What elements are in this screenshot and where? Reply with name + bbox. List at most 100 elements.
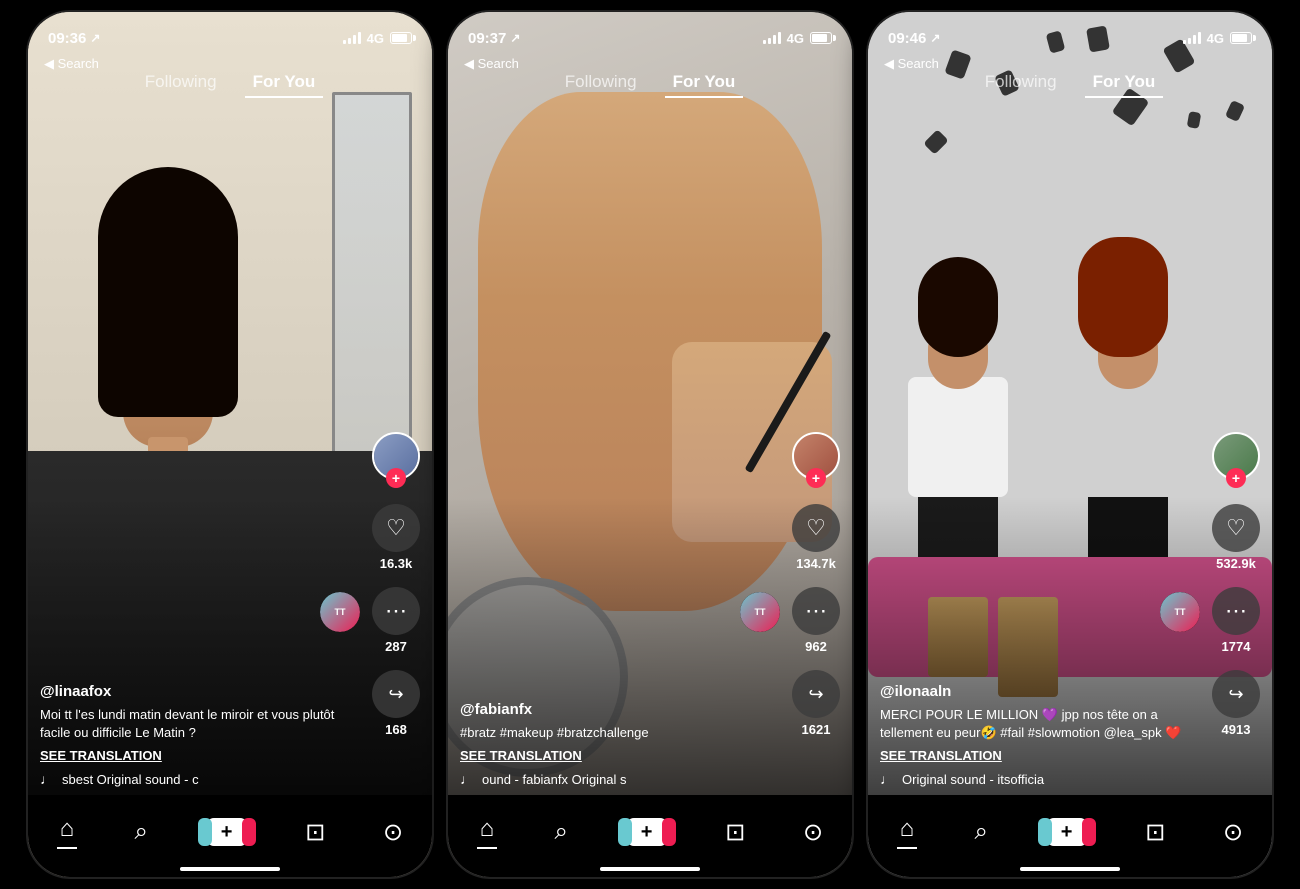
inbox-icon-2: ⊡ [725,818,745,847]
see-translation-2[interactable]: SEE TRANSLATION [460,748,782,763]
nav-home-1[interactable]: ⌂ [57,815,77,849]
comment-count-2: 962 [805,639,827,654]
home-underline-2 [477,847,497,849]
nav-search-2[interactable]: ⌕ [554,818,567,846]
music-icon-1: ♩ [40,771,54,787]
phones-container: 09:36 ↗ 4G ◀ Search Followin [26,10,1274,879]
share-button-3[interactable]: ↪ [1212,670,1260,718]
battery-icon-1 [390,32,412,44]
comment-button-2[interactable]: ⋯ [792,587,840,635]
search-icon-2: ⌕ [554,818,567,846]
tiktok-disc-1: TT [320,592,360,632]
create-plus-icon-3: + [1061,821,1073,844]
like-button-2[interactable]: ♡ [792,504,840,552]
signal-icon-2 [763,32,781,44]
nav-create-1[interactable]: + [206,818,248,846]
home-underline-1 [57,847,77,849]
network-type-1: 4G [367,31,384,46]
create-button-1[interactable]: + [206,818,248,846]
nav-profile-1[interactable]: ⊙ [383,818,403,847]
nav-home-3[interactable]: ⌂ [897,815,917,849]
bottom-content-2: @fabianfx #bratz #makeup #bratzchallenge… [460,701,782,787]
network-type-3: 4G [1207,31,1224,46]
comment-button-1[interactable]: ⋯ [372,587,420,635]
nav-inbox-3[interactable]: ⊡ [1145,818,1165,847]
follow-button-1[interactable]: + [386,468,406,488]
see-translation-1[interactable]: SEE TRANSLATION [40,748,362,763]
nav-inbox-1[interactable]: ⊡ [305,818,325,847]
username-2[interactable]: @fabianfx [460,701,782,718]
time-display-2: 09:37 ↗ [468,30,520,47]
see-translation-3[interactable]: SEE TRANSLATION [880,748,1202,763]
creator-avatar-1[interactable]: + [372,432,420,480]
bottom-content-1: @linaafox Moi tt l'es lundi matin devant… [40,683,362,787]
comment-button-3[interactable]: ⋯ [1212,587,1260,635]
share-group-1: ↪ 168 [372,670,420,737]
home-indicator-1 [180,867,280,871]
comment-group-1: ⋯ 287 [372,587,420,654]
follow-button-2[interactable]: + [806,468,826,488]
comment-count-1: 287 [385,639,407,654]
status-bar-2: 09:37 ↗ 4G [448,12,852,56]
location-icon-1: ↗ [90,31,100,45]
sound-bar-1: ♩ sbest Original sound - c [40,771,362,787]
nav-create-2[interactable]: + [626,818,668,846]
tab-for-you-3[interactable]: For You [1085,68,1164,98]
tab-for-you-2[interactable]: For You [665,68,744,98]
like-group-3: ♡ 532.9k [1212,504,1260,571]
caption-3: MERCI POUR LE MILLION 💜 jpp nos tête on … [880,706,1202,742]
create-button-2[interactable]: + [626,818,668,846]
status-bar-3: 09:46 ↗ 4G [868,12,1272,56]
nav-tabs-1: Following For You [28,68,432,98]
nav-create-3[interactable]: + [1046,818,1088,846]
create-button-3[interactable]: + [1046,818,1088,846]
comment-group-2: ⋯ 962 [792,587,840,654]
home-indicator-3 [1020,867,1120,871]
bottom-nav-3: ⌂ ⌕ + ⊡ ⊙ [868,795,1272,877]
home-icon-1: ⌂ [60,815,75,843]
phone-3: 09:46 ↗ 4G ◀ Search Following Fo [866,10,1274,879]
bottom-nav-2: ⌂ ⌕ + ⊡ ⊙ [448,795,852,877]
share-group-3: ↪ 4913 [1212,670,1260,737]
right-sidebar-2: + ♡ 134.7k ⋯ 962 ↪ 1621 TT [792,432,840,737]
nav-profile-2[interactable]: ⊙ [803,818,823,847]
username-1[interactable]: @linaafox [40,683,362,700]
nav-search-1[interactable]: ⌕ [134,818,147,846]
like-group-1: ♡ 16.3k [372,504,420,571]
caption-1: Moi tt l'es lundi matin devant le miroir… [40,706,362,742]
right-sidebar-1: + ♡ 16.3k ⋯ 287 ↪ 168 TT [372,432,420,737]
sound-text-1: sbest Original sound - c [62,772,199,787]
creator-avatar-2[interactable]: + [792,432,840,480]
nav-tabs-3: Following For You [868,68,1272,98]
tab-following-2[interactable]: Following [557,68,645,98]
share-count-1: 168 [385,722,407,737]
home-indicator-2 [600,867,700,871]
share-button-2[interactable]: ↪ [792,670,840,718]
creator-avatar-3[interactable]: + [1212,432,1260,480]
follow-button-3[interactable]: + [1226,468,1246,488]
comment-group-3: ⋯ 1774 [1212,587,1260,654]
nav-tabs-2: Following For You [448,68,852,98]
like-button-3[interactable]: ♡ [1212,504,1260,552]
nav-search-3[interactable]: ⌕ [974,818,987,846]
comment-count-3: 1774 [1222,639,1251,654]
tab-following-1[interactable]: Following [137,68,225,98]
location-icon-2: ↗ [510,31,520,45]
inbox-icon-3: ⊡ [1145,818,1165,847]
like-count-1: 16.3k [380,556,413,571]
nav-inbox-2[interactable]: ⊡ [725,818,745,847]
nav-profile-3[interactable]: ⊙ [1223,818,1243,847]
nav-home-2[interactable]: ⌂ [477,815,497,849]
signal-icon-3 [1183,32,1201,44]
phone-2: 09:37 ↗ 4G ◀ Search Following Fo [446,10,854,879]
tab-following-3[interactable]: Following [977,68,1065,98]
profile-icon-3: ⊙ [1223,818,1243,847]
username-3[interactable]: @ilonaaln [880,683,1202,700]
status-icons-3: 4G [1183,31,1252,46]
tab-for-you-1[interactable]: For You [245,68,324,98]
share-button-1[interactable]: ↪ [372,670,420,718]
home-underline-3 [897,847,917,849]
bottom-content-3: @ilonaaln MERCI POUR LE MILLION 💜 jpp no… [880,683,1202,787]
like-button-1[interactable]: ♡ [372,504,420,552]
home-icon-2: ⌂ [480,815,495,843]
